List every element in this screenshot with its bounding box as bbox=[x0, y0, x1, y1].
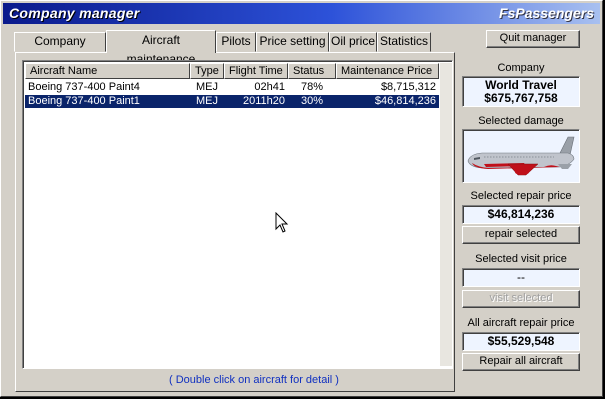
selected-visit-price: -- bbox=[462, 268, 580, 287]
cell-maintenance-price: $8,715,312 bbox=[380, 81, 436, 93]
all-aircraft-repair-price: $55,529,548 bbox=[462, 332, 580, 351]
mouse-pointer-icon bbox=[275, 212, 289, 233]
selected-repair-price-label: Selected repair price bbox=[470, 190, 572, 202]
brand-label: FsPassengers bbox=[499, 5, 594, 21]
column-header-type[interactable]: Type bbox=[190, 63, 224, 79]
cell-aircraft-name: Boeing 737-400 Paint1 bbox=[28, 95, 140, 107]
quit-manager-button[interactable]: Quit manager bbox=[486, 30, 580, 48]
cell-type: MEJ bbox=[196, 95, 218, 107]
cell-flight-time: 02h41 bbox=[254, 81, 285, 93]
column-header-status[interactable]: Status bbox=[288, 63, 336, 79]
cell-type: MEJ bbox=[196, 81, 218, 93]
tab-price-setting[interactable]: Price setting bbox=[256, 32, 329, 52]
double-click-hint: ( Double click on aircraft for detail ) bbox=[169, 374, 339, 386]
company-info-box: World Travel $675,767,758 bbox=[462, 76, 580, 107]
company-manager-window: Company manager FsPassengers Company Air… bbox=[0, 0, 603, 397]
tab-label: Oil price bbox=[330, 34, 375, 48]
column-header-aircraft-name[interactable]: Aircraft Name bbox=[25, 63, 190, 79]
tab-aircraft-maintenance[interactable]: Aircraft maintenance bbox=[106, 30, 216, 66]
cell-status: 78% bbox=[300, 81, 323, 93]
title-bar[interactable]: Company manager FsPassengers bbox=[3, 3, 600, 24]
list-scrollbar[interactable] bbox=[440, 63, 452, 366]
selected-repair-price: $46,814,236 bbox=[462, 205, 580, 224]
window-title: Company manager bbox=[9, 5, 140, 21]
cell-aircraft-name: Boeing 737-400 Paint4 bbox=[28, 81, 140, 93]
tab-label: Statistics bbox=[379, 34, 428, 48]
cell-maintenance-price: $46,814,236 bbox=[374, 95, 436, 107]
tab-pilots[interactable]: Pilots bbox=[216, 32, 256, 52]
selected-damage-label: Selected damage bbox=[478, 115, 564, 127]
tab-oil-price[interactable]: Oil price bbox=[329, 32, 377, 52]
visit-selected-button[interactable]: visit selected bbox=[462, 290, 580, 308]
selected-visit-price-label: Selected visit price bbox=[475, 253, 567, 265]
tab-statistics[interactable]: Statistics bbox=[377, 32, 431, 52]
tab-company-aircraft[interactable]: Company Aircraft bbox=[14, 32, 106, 65]
all-aircraft-repair-price-label: All aircraft repair price bbox=[467, 317, 575, 329]
cell-flight-time: 2011h20 bbox=[242, 95, 285, 107]
company-money: $675,767,758 bbox=[484, 91, 558, 105]
airplane-damage-icon bbox=[467, 136, 575, 176]
tab-label: Price setting bbox=[259, 34, 326, 48]
repair-selected-button[interactable]: repair selected bbox=[462, 226, 580, 244]
column-header-maintenance-price[interactable]: Maintenance Price bbox=[336, 63, 439, 79]
column-header-flight-time[interactable]: Flight Time bbox=[224, 63, 288, 79]
repair-all-aircraft-button[interactable]: Repair all aircraft bbox=[462, 353, 580, 371]
aircraft-list[interactable]: Aircraft Name Type Flight Time Status Ma… bbox=[22, 60, 453, 369]
tab-label: Pilots bbox=[221, 34, 251, 48]
company-label: Company bbox=[497, 62, 545, 74]
damage-preview bbox=[462, 129, 580, 183]
table-row[interactable]: Boeing 737-400 Paint4 MEJ 02h41 78% $8,7… bbox=[25, 81, 439, 94]
cell-status: 30% bbox=[300, 95, 323, 107]
table-row-selected[interactable]: Boeing 737-400 Paint1 MEJ 2011h20 30% $4… bbox=[25, 95, 439, 108]
